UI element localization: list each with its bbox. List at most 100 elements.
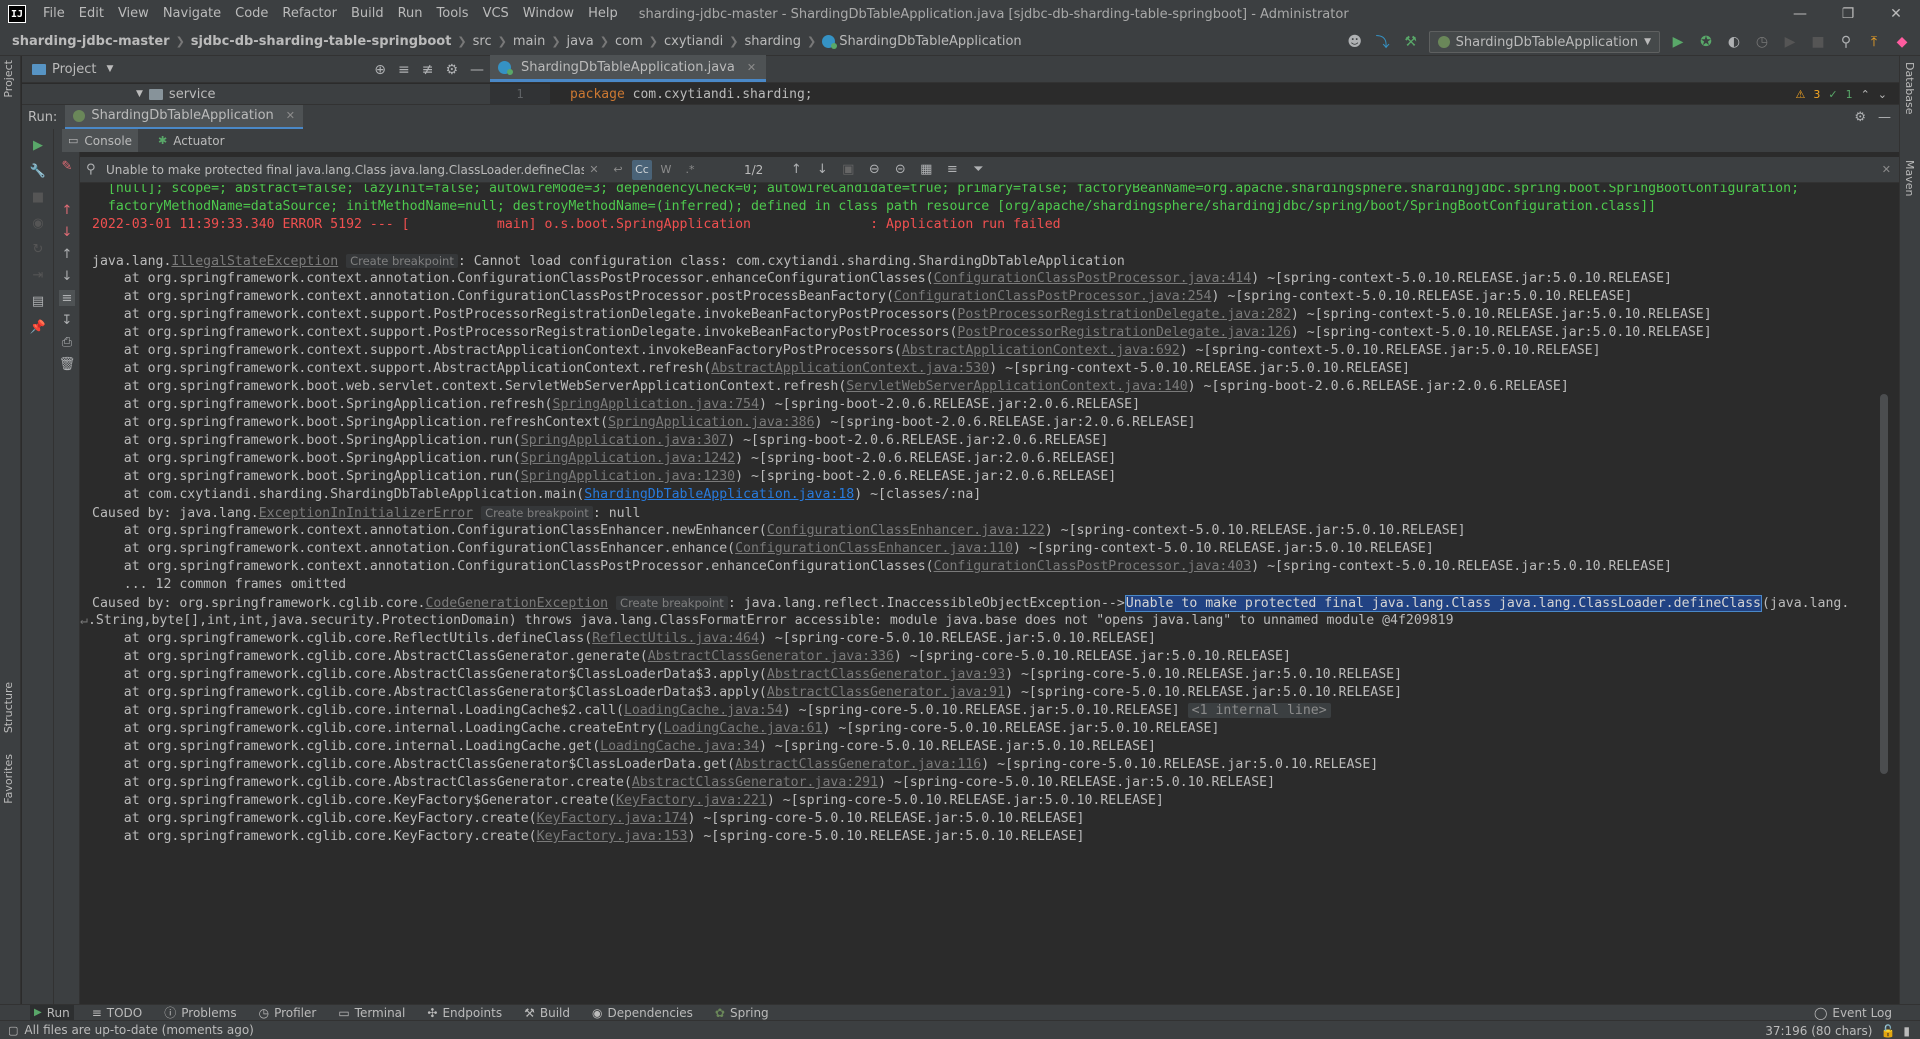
gear-icon[interactable]: ⚙: [445, 62, 458, 78]
breadcrumb-sharding[interactable]: sharding: [745, 34, 801, 49]
layout-icon[interactable]: ▤: [30, 293, 46, 309]
lock-icon[interactable]: 🔓: [1880, 1024, 1895, 1038]
caret-position[interactable]: 37:196 (80 chars): [1765, 1024, 1872, 1038]
match-case-toggle[interactable]: Cc: [632, 159, 652, 180]
menu-view[interactable]: View: [111, 0, 156, 28]
wrench-icon[interactable]: 🔧: [30, 163, 46, 179]
intellij-logo-icon[interactable]: IJ: [8, 5, 26, 23]
stop-icon[interactable]: ■: [1808, 32, 1828, 52]
regex-toggle[interactable]: .*: [680, 160, 700, 180]
soft-wrap-icon[interactable]: ≡: [59, 290, 75, 306]
run-icon[interactable]: ▶: [1668, 32, 1688, 52]
search-input[interactable]: [102, 158, 584, 181]
source-link[interactable]: AbstractClassGenerator.java:116: [735, 757, 981, 772]
source-link[interactable]: SpringApplication.java:307: [521, 433, 727, 448]
source-link[interactable]: LoadingCache.java:54: [624, 703, 783, 718]
close-search-icon[interactable]: ✕: [1882, 163, 1891, 176]
restart-icon[interactable]: ↻: [30, 241, 46, 257]
select-all-occurrences-icon[interactable]: ▣: [837, 162, 859, 177]
menu-edit[interactable]: Edit: [72, 0, 111, 28]
source-link[interactable]: ConfigurationClassPostProcessor.java:414: [934, 271, 1252, 286]
bottom-tab-terminal[interactable]: ▭ Terminal: [334, 1005, 409, 1021]
bottom-tab-todo[interactable]: ≡ TODO: [88, 1005, 147, 1021]
run-tab-shardingdbtableapplication[interactable]: ShardingDbTableApplication ✕: [65, 104, 303, 130]
stripe-tab-project[interactable]: Project: [2, 60, 15, 98]
source-link[interactable]: PostProcessorRegistrationDelegate.java:2…: [957, 307, 1290, 322]
resume-icon[interactable]: ▶: [1780, 32, 1800, 52]
remove-occurrence-icon[interactable]: ⊝: [889, 162, 911, 177]
source-link[interactable]: LoadingCache.java:61: [664, 721, 823, 736]
breadcrumb-src[interactable]: src: [473, 34, 492, 49]
menu-vcs[interactable]: VCS: [476, 0, 516, 28]
up-stack-icon[interactable]: ↑: [59, 202, 75, 218]
breadcrumb-com[interactable]: com: [615, 34, 643, 49]
source-link[interactable]: ConfigurationClassEnhancer.java:110: [735, 541, 1013, 556]
bottom-tab-endpoints[interactable]: ✣ Endpoints: [423, 1005, 506, 1021]
menu-tools[interactable]: Tools: [430, 0, 476, 28]
hide-icon[interactable]: —: [470, 62, 484, 78]
source-link[interactable]: SpringApplication.java:1230: [521, 469, 735, 484]
dropdown-arrow-icon[interactable]: ▼: [106, 64, 113, 74]
breadcrumb-cxytiandi[interactable]: cxytiandi: [664, 34, 723, 49]
code-line[interactable]: package com.cxytiandi.sharding;: [550, 87, 813, 102]
print-icon[interactable]: ⎙: [59, 334, 75, 350]
close-icon[interactable]: ✕: [286, 109, 295, 122]
console-scrollbar[interactable]: [1880, 394, 1888, 774]
source-link[interactable]: ConfigurationClassPostProcessor.java:254: [894, 289, 1212, 304]
menu-navigate[interactable]: Navigate: [156, 0, 228, 28]
source-link[interactable]: AbstractClassGenerator.java:91: [767, 685, 1005, 700]
breadcrumb-class[interactable]: ShardingDbTableApplication: [822, 34, 1022, 49]
source-link[interactable]: SpringApplication.java:1242: [521, 451, 735, 466]
coverage-icon[interactable]: ◐: [1724, 32, 1744, 52]
exit-icon[interactable]: ⇥: [30, 267, 46, 283]
create-breakpoint-button[interactable]: Create breakpoint: [481, 506, 593, 520]
profiler-icon[interactable]: ◷: [1752, 32, 1772, 52]
add-occurrence-icon[interactable]: ⊖: [863, 162, 885, 177]
search-everywhere-icon[interactable]: ⚲: [1836, 32, 1856, 52]
event-log-button[interactable]: ◯ Event Log: [1814, 1005, 1892, 1021]
search-icon[interactable]: ⚲: [86, 162, 102, 177]
source-link[interactable]: PostProcessorRegistrationDelegate.java:1…: [957, 325, 1290, 340]
run-configuration-selector[interactable]: ShardingDbTableApplication ▼: [1428, 31, 1660, 53]
status-message[interactable]: All files are up-to-date (moments ago): [24, 1023, 253, 1037]
jetbrains-logo-icon[interactable]: ◆: [1892, 32, 1912, 52]
menu-help[interactable]: Help: [581, 0, 625, 28]
tab-actuator[interactable]: ✱ Actuator: [152, 129, 230, 152]
arrow-down-icon[interactable]: ↓: [59, 268, 75, 284]
exception-class-link[interactable]: ExceptionInInitializerError: [259, 506, 473, 521]
source-link[interactable]: SpringApplication.java:754: [553, 397, 759, 412]
create-breakpoint-button[interactable]: Create breakpoint: [616, 596, 728, 610]
words-toggle[interactable]: W: [656, 160, 676, 180]
rerun-icon[interactable]: ▶: [30, 137, 46, 153]
user-icon[interactable]: ☻: [1345, 32, 1365, 52]
camera-icon[interactable]: ◉: [30, 215, 46, 231]
menu-build[interactable]: Build: [344, 0, 391, 28]
filter-lines-icon[interactable]: ≡: [941, 162, 963, 177]
tab-console[interactable]: ▭ Console: [62, 129, 139, 152]
update-notification-icon[interactable]: ⤒: [1864, 32, 1884, 52]
close-icon[interactable]: ✕: [747, 61, 756, 74]
vcs-update-icon[interactable]: ⤵: [1373, 32, 1393, 52]
source-link[interactable]: SpringApplication.java:386: [608, 415, 814, 430]
bottom-tab-dependencies[interactable]: ◉ Dependencies: [588, 1005, 697, 1021]
bottom-tab-build[interactable]: ⚒ Build: [520, 1005, 574, 1021]
source-link[interactable]: KeyFactory.java:221: [616, 793, 767, 808]
stripe-tab-structure[interactable]: Structure: [2, 682, 15, 733]
exception-class-link[interactable]: CodeGenerationException: [425, 596, 608, 611]
select-all-icon[interactable]: ▦: [915, 162, 937, 177]
menu-code[interactable]: Code: [228, 0, 275, 28]
locate-icon[interactable]: ⊕: [374, 62, 386, 78]
stop-icon[interactable]: ■: [30, 189, 46, 205]
collapse-all-icon[interactable]: ≢: [422, 62, 434, 78]
minimize-icon[interactable]: —: [1776, 0, 1824, 28]
source-link[interactable]: ReflectUtils.java:464: [592, 631, 759, 646]
bottom-tab-profiler[interactable]: ◷ Profiler: [255, 1005, 321, 1021]
build-hammer-icon[interactable]: ⚒: [1401, 32, 1421, 52]
exception-class-link[interactable]: IllegalStateException: [171, 254, 338, 269]
new-line-icon[interactable]: ↩: [608, 160, 628, 180]
source-link[interactable]: ServletWebServerApplicationContext.java:…: [846, 379, 1187, 394]
editor-tab-shardingdbtableapplication[interactable]: ShardingDbTableApplication.java ✕: [490, 55, 767, 82]
bottom-tab-spring[interactable]: ✿ Spring: [711, 1005, 773, 1021]
menu-file[interactable]: File: [36, 0, 72, 28]
source-link[interactable]: KeyFactory.java:174: [537, 811, 688, 826]
